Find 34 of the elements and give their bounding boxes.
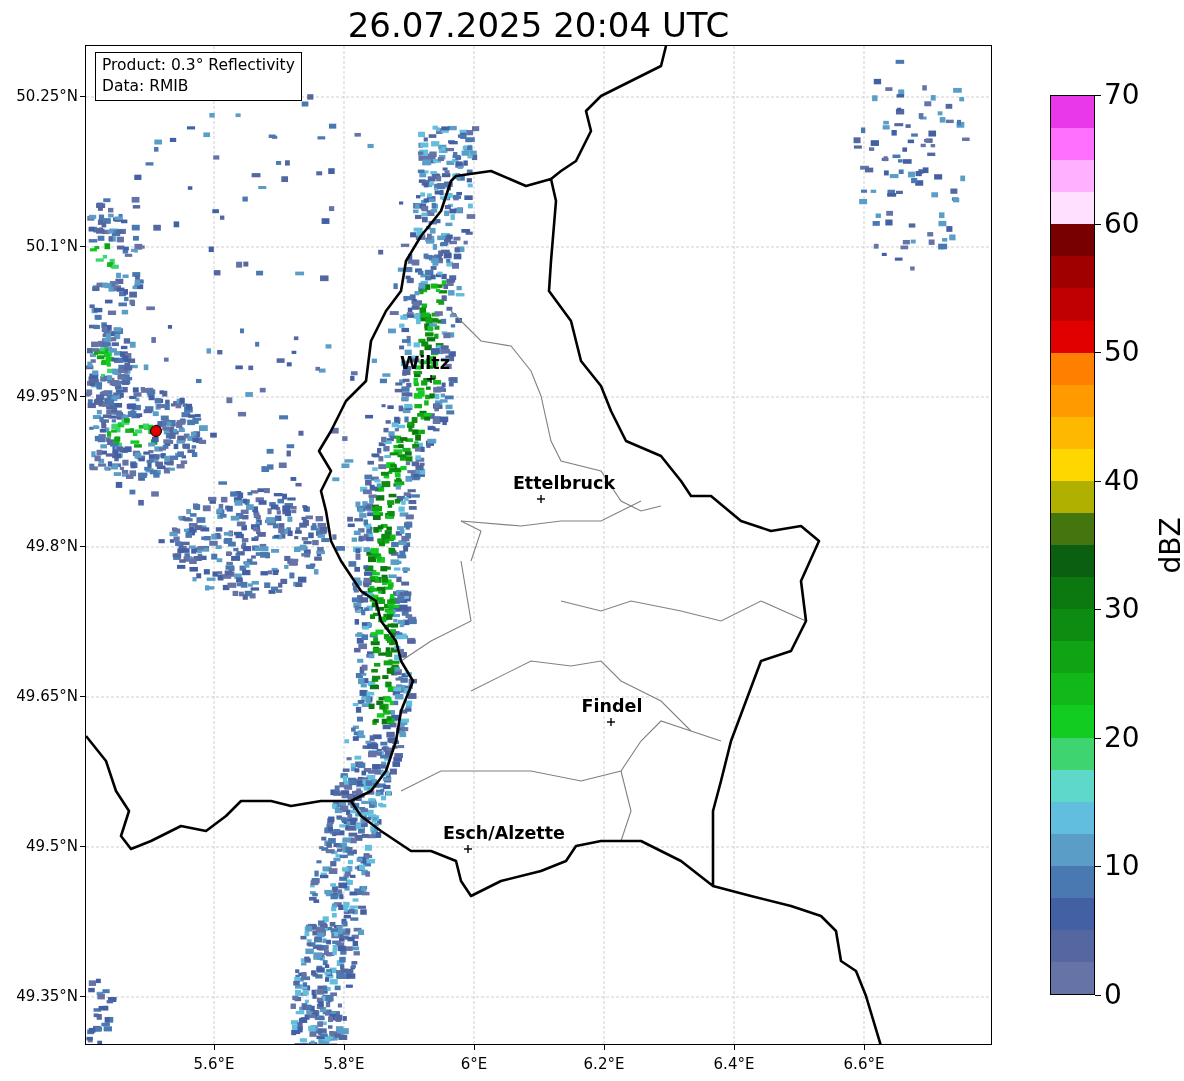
city-label: Ettelbruck: [512, 473, 616, 493]
city-marker: [463, 844, 473, 854]
axis-tick-label: 50.25°N: [16, 87, 78, 105]
city-marker: [536, 494, 546, 504]
radar-site-marker: [150, 425, 162, 437]
axis-tick-label: 5.6°E: [193, 1055, 235, 1073]
colorbar-tick-label: 10: [1104, 851, 1140, 882]
colorbar-label: dBZ: [1153, 516, 1184, 574]
axis-tick-label: 6.2°E: [583, 1055, 625, 1073]
city-marker: [606, 717, 616, 727]
axis-tick-label: 49.35°N: [16, 987, 78, 1005]
colorbar-tick-label: 70: [1104, 80, 1140, 110]
axis-tick-label: 50.1°N: [25, 237, 78, 255]
city-label: Findel: [581, 696, 643, 716]
axis-tick-label: 49.5°N: [25, 837, 78, 855]
chart-title: 26.07.2025 20:04 UTC: [346, 4, 731, 46]
axis-tick-label: 6°E: [460, 1055, 488, 1073]
axis-tick-label: 6.6°E: [843, 1055, 885, 1073]
city-marker: [426, 374, 436, 384]
colorbar-tick-label: 0: [1104, 980, 1122, 1010]
info-text: Data: RMIB: [102, 76, 190, 97]
city-label: Wiltz: [400, 353, 450, 373]
colorbar-tick-label: 20: [1104, 722, 1140, 753]
colorbar-tick-label: 60: [1104, 208, 1140, 239]
axis-tick-label: 49.8°N: [25, 537, 78, 555]
colorbar-tick-label: 50: [1104, 337, 1140, 368]
axis-tick-label: 5.8°E: [323, 1055, 365, 1073]
axis-tick-label: 6.4°E: [713, 1055, 755, 1073]
axis-tick-label: 49.95°N: [16, 387, 78, 405]
city-label: Esch/Alzette: [443, 823, 565, 843]
axis-tick-label: 49.65°N: [16, 687, 78, 705]
info-text: Product: 0.3° Reflectivity: [102, 55, 295, 76]
colorbar-tick-label: 30: [1104, 594, 1140, 625]
colorbar-tick-label: 40: [1104, 465, 1140, 496]
